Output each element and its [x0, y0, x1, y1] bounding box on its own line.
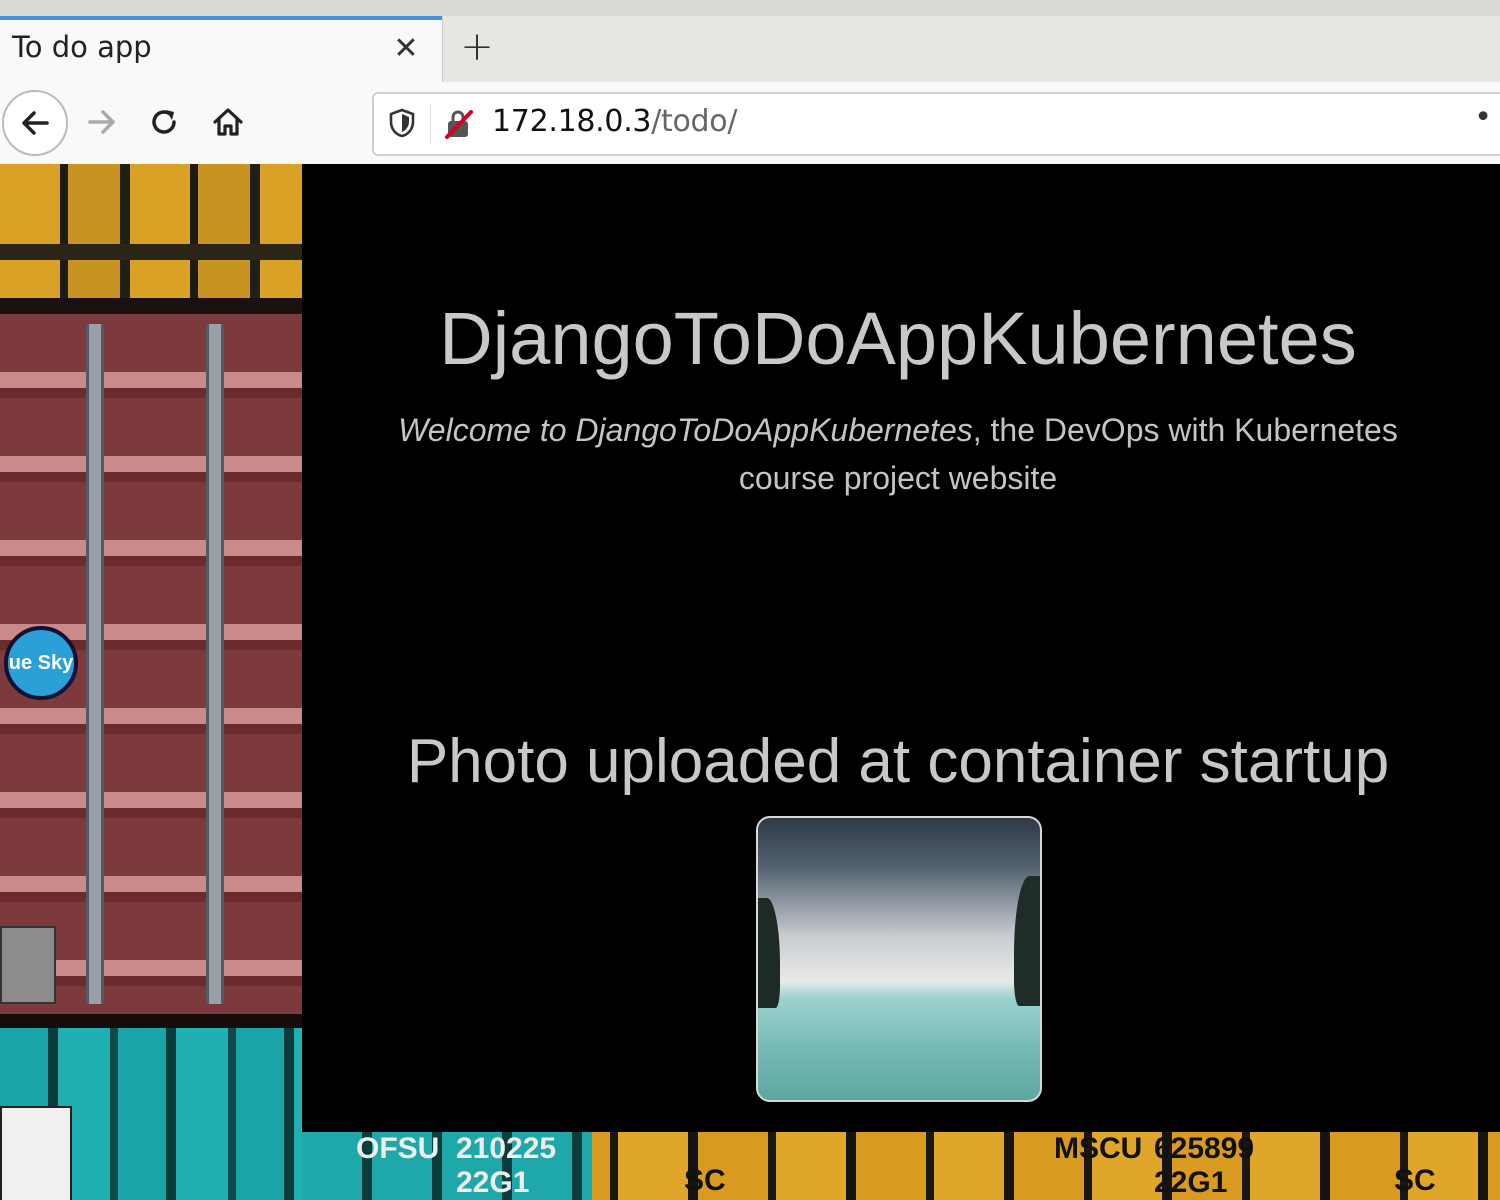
- container-label: MSCU: [1054, 1132, 1143, 1165]
- container-divider: [0, 1014, 302, 1028]
- address-bar[interactable]: 172.18.0.3/todo/ •: [372, 92, 1500, 156]
- photo-cliff-left: [758, 898, 780, 1008]
- reload-button[interactable]: [132, 90, 196, 154]
- container-badge: ue Sky: [4, 626, 78, 700]
- startup-photo: [756, 816, 1042, 1102]
- container-divider: [0, 298, 302, 314]
- url-host: 172.18.0.3: [492, 104, 652, 139]
- shield-icon[interactable]: [388, 108, 416, 142]
- browser-tab[interactable]: To do app ✕: [0, 16, 443, 82]
- main-content: DjangoToDoAppKubernetes Welcome to Djang…: [302, 164, 1500, 1132]
- new-tab-button[interactable]: +: [452, 22, 502, 72]
- container-label: SC: [1394, 1164, 1436, 1197]
- page-title: DjangoToDoAppKubernetes: [439, 297, 1357, 380]
- back-arrow-icon: [22, 111, 49, 135]
- tab-title: To do app: [12, 30, 152, 64]
- url-separator: [430, 104, 431, 144]
- container-lock-rod: [86, 324, 104, 1004]
- reload-icon: [152, 110, 176, 134]
- forward-arrow-icon: [88, 110, 115, 134]
- yellow-container-panel: [0, 164, 302, 298]
- forward-button[interactable]: [70, 90, 134, 154]
- close-tab-icon[interactable]: ✕: [388, 30, 424, 66]
- photo-cliff-right: [1014, 876, 1040, 1006]
- container-background-image: ue Sky: [0, 164, 302, 1200]
- home-icon: [213, 108, 243, 136]
- container-label: SC: [684, 1164, 726, 1197]
- url-path: /todo/: [651, 104, 738, 139]
- navigation-bar: 172.18.0.3/todo/ •: [0, 82, 1500, 165]
- url-text[interactable]: 172.18.0.3/todo/: [492, 104, 737, 139]
- back-button[interactable]: [2, 90, 68, 156]
- red-container-panel: ue Sky: [0, 314, 302, 1014]
- home-button[interactable]: [196, 90, 260, 154]
- container-plate: [0, 926, 56, 1004]
- container-label: OFSU: [356, 1132, 440, 1165]
- web-page: ue Sky OFSU 210225 22G1 SC MSCU 625899 2…: [0, 164, 1500, 1200]
- photo-heading: Photo uploaded at container startup: [406, 727, 1390, 796]
- more-actions-icon[interactable]: •: [1474, 100, 1492, 135]
- container-lock-rod: [206, 324, 224, 1004]
- container-sticker: [0, 1106, 72, 1200]
- welcome-italic: Welcome to DjangoToDoAppKubernetes: [398, 412, 973, 448]
- tab-bar: To do app ✕ +: [0, 0, 1500, 82]
- container-label: 22G1: [456, 1166, 530, 1199]
- welcome-text: Welcome to DjangoToDoAppKubernetes, the …: [392, 406, 1404, 502]
- insecure-connection-icon[interactable]: [444, 108, 474, 144]
- container-label: 22G1: [1154, 1166, 1228, 1199]
